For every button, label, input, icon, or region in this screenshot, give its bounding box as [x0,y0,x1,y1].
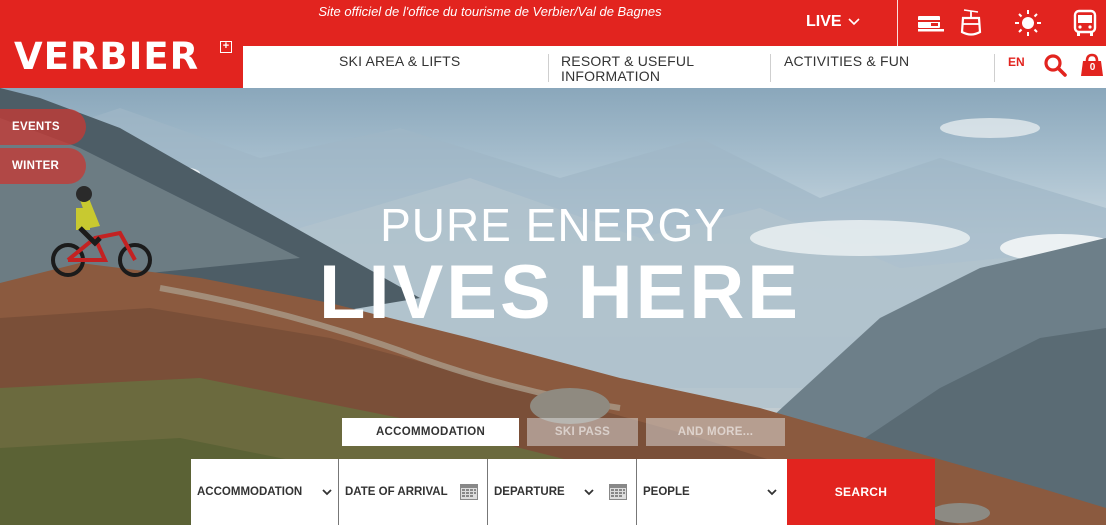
logo-text: VERBIER [14,35,200,78]
arrival-date-label: DATE OF ARRIVAL [345,486,448,498]
divider [994,54,995,82]
tab-and-more[interactable]: AND MORE... [646,418,785,446]
cart-count: 0 [1089,62,1096,73]
departure-date-field[interactable]: DEPARTURE [488,459,637,525]
nav-item-activities[interactable]: ACTIVITIES & FUN [784,54,909,69]
divider [770,54,771,82]
divider [897,0,898,46]
calendar-icon[interactable] [459,483,479,501]
accommodation-select[interactable]: ACCOMMODATION [191,459,339,525]
departure-date-label: DEPARTURE [494,486,565,498]
chevron-down-icon [767,489,777,496]
cart-icon[interactable]: 0 [1079,52,1105,78]
verbier-logo[interactable]: VERBIER + [0,0,243,88]
main-nav: SKI AREA & LIFTS RESORT & USEFUL INFORMA… [243,46,1106,88]
search-button[interactable]: SEARCH [787,459,935,525]
arrival-date-field[interactable]: DATE OF ARRIVAL [339,459,488,525]
hero-banner: EVENTS WINTER PURE ENERGY LIVES HERE ACC… [0,88,1106,525]
calendar-icon[interactable] [608,483,628,501]
search-icon[interactable] [1042,52,1068,78]
language-selector[interactable]: EN [1008,55,1025,69]
live-dropdown-button[interactable]: LIVE [806,8,860,36]
weather-sun-icon[interactable] [1011,8,1045,38]
nav-item-ski-area[interactable]: SKI AREA & LIFTS [339,54,460,69]
hero-headline-main: LIVES HERE [319,250,801,335]
chevron-down-icon [584,489,594,496]
hero-headline-top: PURE ENERGY [380,199,726,251]
tab-ski-pass[interactable]: SKI PASS [527,418,638,446]
chevron-down-icon [847,18,860,26]
nav-item-resort-info[interactable]: RESORT & USEFUL INFORMATION [561,54,731,84]
live-label: LIVE [806,13,842,30]
booking-form: ACCOMMODATION DATE OF ARRIVAL DEPARTURE [191,459,936,525]
logo-plus-mark: + [220,41,232,53]
people-select[interactable]: PEOPLE [637,459,787,525]
accommodation-select-label: ACCOMMODATION [197,486,303,498]
cable-car-icon[interactable] [954,8,988,38]
side-tab-events[interactable]: EVENTS [0,109,86,145]
chevron-down-icon [322,489,332,496]
site-tagline: Site officiel de l'office du tourisme de… [318,4,662,19]
people-select-label: PEOPLE [643,486,690,498]
bus-icon[interactable] [1068,8,1102,38]
tab-accommodation[interactable]: ACCOMMODATION [342,418,519,446]
side-tab-winter[interactable]: WINTER [0,148,86,184]
divider [548,54,549,82]
webcam-icon[interactable] [913,8,947,38]
